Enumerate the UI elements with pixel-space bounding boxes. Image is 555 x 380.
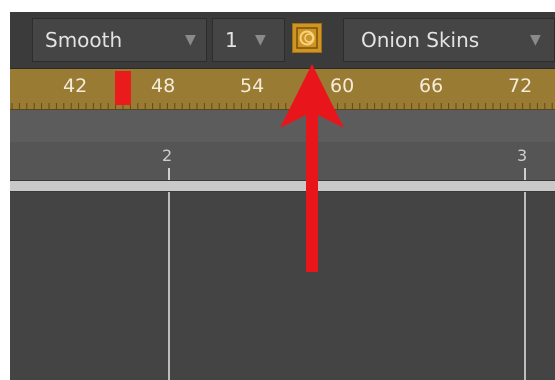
red-arrow-annotation (280, 64, 344, 272)
arrow-shaft (306, 104, 318, 272)
